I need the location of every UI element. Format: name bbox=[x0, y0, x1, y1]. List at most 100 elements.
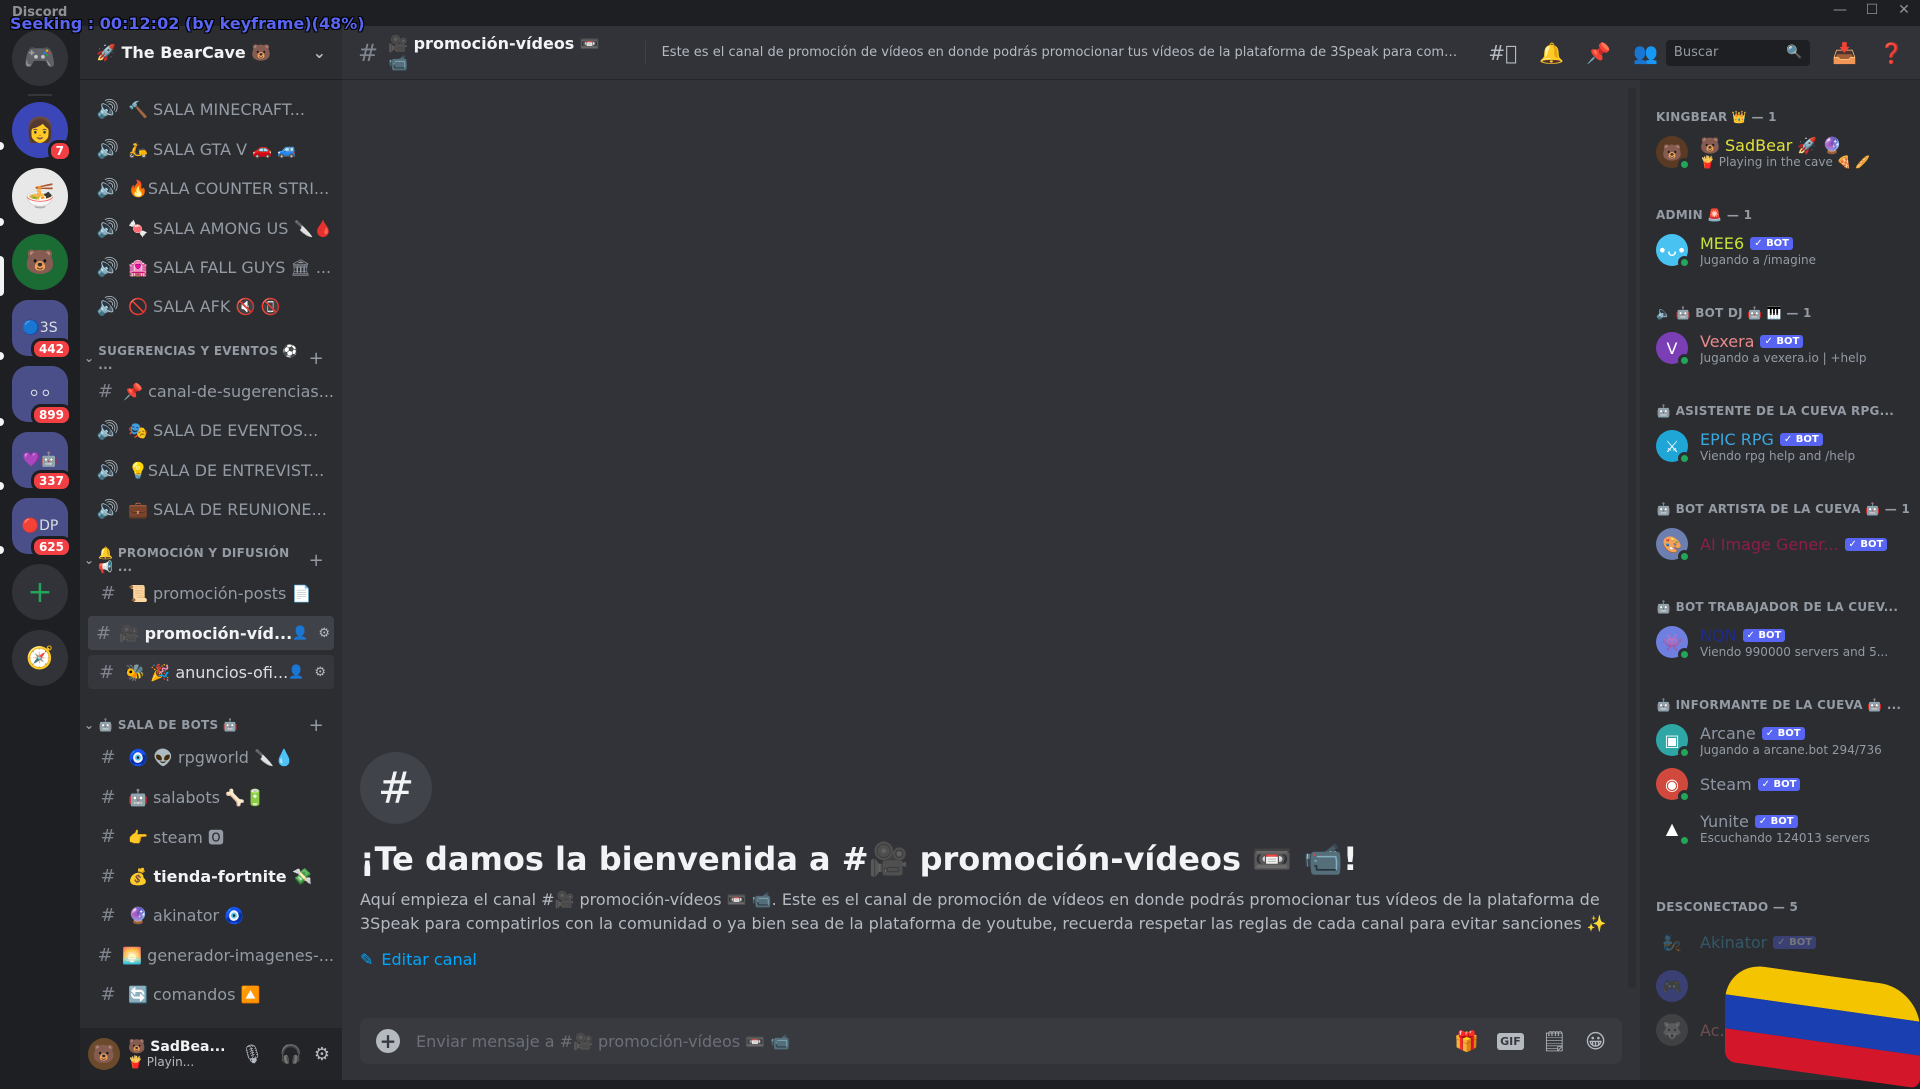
text-channel[interactable]: # 🌅 generador-imagenes-... bbox=[88, 938, 334, 972]
text-channel[interactable]: # 🤖 salabots 🦴🔋 bbox=[88, 780, 334, 814]
gift-icon[interactable]: 🎁 bbox=[1454, 1029, 1479, 1053]
gear-icon[interactable]: ⚙ bbox=[318, 626, 330, 641]
text-channel[interactable]: # 🧿 👽 rpgworld 🔪💧 bbox=[88, 740, 334, 774]
member-status: Jugando a vexera.io | +help bbox=[1700, 350, 1867, 365]
server-folder[interactable]: ⚪⚪ 899 bbox=[12, 366, 72, 426]
member-item[interactable]: •ᴗ• MEE6 ✓ BOT Jugando a /imagine bbox=[1648, 228, 1912, 272]
server-icon[interactable]: 👩 7 bbox=[12, 102, 72, 162]
channel-label: 🧿 👽 rpgworld 🔪💧 bbox=[128, 747, 294, 767]
member-item[interactable]: ▲ Yunite ✓ BOT Escuchando 124013 servers bbox=[1648, 806, 1912, 850]
bell-icon[interactable]: 🔔 bbox=[1539, 41, 1564, 65]
text-channel[interactable]: # 📜 promoción-posts 📄 bbox=[88, 576, 334, 610]
pin-icon[interactable]: 📌 bbox=[1586, 41, 1611, 65]
gear-icon[interactable]: ⚙ bbox=[314, 665, 326, 680]
headphones-icon[interactable]: 🎧 bbox=[279, 1044, 301, 1065]
category-sugerencias[interactable]: ⌄ SUGERENCIAS Y EVENTOS ⚽ ... + bbox=[84, 344, 334, 372]
maximize-button[interactable]: ☐ bbox=[1860, 2, 1884, 18]
member-item[interactable]: V Vexera ✓ BOT Jugando a vexera.io | +help bbox=[1648, 326, 1912, 370]
member-item[interactable]: 🎨 AI Image Gener... ✓ BOT bbox=[1648, 522, 1912, 566]
member-item[interactable]: 🐻 🐻 SadBear 🚀 🔮 🍟 Playing in the cave 🍕 🥖 bbox=[1648, 130, 1912, 174]
user-avatar[interactable]: 🐻 bbox=[88, 1038, 120, 1070]
text-channel[interactable]: # 🔄 comandos 🔼 bbox=[88, 977, 334, 1011]
member-item[interactable]: 👾 NQN ✓ BOT Viendo 990000 servers and 5... bbox=[1648, 620, 1912, 664]
voice-channel[interactable]: 🔊 💼 SALA DE REUNIONE... bbox=[88, 492, 334, 526]
member-item[interactable]: 🧞 Akinator ✓ BOT bbox=[1648, 920, 1912, 964]
channel-label: 🚫 SALA AFK 🔇 📵 bbox=[128, 296, 281, 316]
text-channel-hover[interactable]: # 🐝 🎉 anuncios-ofi... 👤 ⚙ bbox=[88, 655, 334, 689]
member-item[interactable]: ⚔ EPIC RPG ✓ BOT Viendo rpg help and /help bbox=[1648, 424, 1912, 468]
text-channel-unread[interactable]: # 💰 tienda-fortnite 💸 bbox=[88, 859, 334, 893]
member-status: 🍟 Playing in the cave 🍕 🥖 bbox=[1700, 154, 1871, 169]
member-name: Akinator bbox=[1700, 932, 1768, 952]
voice-channel[interactable]: 🔊 🔥SALA COUNTER STRI... bbox=[88, 171, 334, 205]
guild-header[interactable]: 🚀 The BearCave 🐻 ⌄ bbox=[80, 26, 342, 80]
settings-gear-icon[interactable]: ⚙ bbox=[314, 1044, 330, 1065]
member-status: Escuchando 124013 servers bbox=[1700, 830, 1870, 845]
voice-channel[interactable]: 🔊 🔨 SALA MINECRAFT... bbox=[88, 92, 334, 126]
help-icon[interactable]: ❓ bbox=[1879, 41, 1904, 65]
invite-icon[interactable]: 👤 bbox=[288, 665, 304, 680]
welcome-section: # ¡Te damos la bienvenida a #🎥 promoción… bbox=[360, 752, 1620, 969]
bot-tag: ✓ BOT bbox=[1742, 628, 1786, 642]
voice-channel[interactable]: 🔊 🍬 SALA AMONG US 🔪🩸 bbox=[88, 211, 334, 245]
message-input[interactable] bbox=[416, 1031, 1455, 1051]
threads-icon[interactable]: #⃞ bbox=[1488, 41, 1517, 65]
server-folder[interactable]: 🔴DP 625 bbox=[12, 498, 72, 558]
member-item[interactable]: ▣ Arcane ✓ BOT Jugando a arcane.bot 294/736 bbox=[1648, 718, 1912, 762]
server-icon-bearcave[interactable]: 🐻 bbox=[12, 234, 68, 290]
emoji-icon[interactable]: 😀 bbox=[1585, 1029, 1606, 1053]
member-item[interactable]: ◉ Steam ✓ BOT bbox=[1648, 762, 1912, 806]
voice-channel[interactable]: 🔊 🚫 SALA AFK 🔇 📵 bbox=[88, 289, 334, 323]
invite-icon[interactable]: 👤 bbox=[292, 626, 308, 641]
member-list-icon[interactable]: 👥 bbox=[1633, 41, 1658, 65]
hash-icon: # bbox=[100, 582, 116, 604]
inbox-icon[interactable]: 📥 bbox=[1832, 41, 1857, 65]
add-server-button[interactable]: + bbox=[12, 564, 68, 620]
hash-icon: # bbox=[100, 786, 116, 808]
text-channel[interactable]: # 🔮 akinator 🧿 bbox=[88, 898, 334, 932]
voice-channel[interactable]: 🔊 🏩 SALA FALL GUYS 🏛 ... bbox=[88, 250, 334, 284]
member-group-header: 🤖 ASISTENTE DE LA CUEVA RPG... bbox=[1656, 404, 1895, 418]
welcome-description: Aquí empieza el canal #🎥 promoción-vídeo… bbox=[360, 890, 1607, 933]
chevron-down-icon: ⌄ bbox=[312, 43, 326, 62]
channel-label: 💼 SALA DE REUNIONE... bbox=[128, 499, 327, 519]
member-avatar: 🎮 bbox=[1656, 970, 1688, 1002]
home-button[interactable]: 🎮 bbox=[12, 30, 68, 86]
hash-icon: # bbox=[97, 944, 113, 966]
edit-channel-link[interactable]: ✎ Editar canal bbox=[360, 950, 477, 969]
channel-label: 📌 canal-de-sugerencias... bbox=[123, 381, 334, 401]
text-channel[interactable]: # 👉 steam 🅾 bbox=[88, 819, 334, 853]
unread-pill bbox=[0, 482, 4, 490]
attach-plus-icon[interactable]: + bbox=[376, 1029, 400, 1053]
server-icon[interactable]: 🍜 bbox=[12, 168, 68, 224]
voice-channel[interactable]: 🔊 🛵 SALA GTA V 🚗 🚙 bbox=[88, 132, 334, 166]
selected-pill bbox=[0, 256, 4, 296]
category-bots[interactable]: ⌄ 🤖 SALA DE BOTS 🤖 + bbox=[84, 715, 334, 736]
add-channel-icon[interactable]: + bbox=[309, 348, 324, 369]
text-channel[interactable]: # 📌 canal-de-sugerencias... bbox=[88, 374, 334, 408]
category-promocion[interactable]: ⌄ 🔔 PROMOCIÓN Y DIFUSIÓN 📢 ... + bbox=[84, 546, 334, 574]
voice-channel[interactable]: 🔊 🎭 SALA DE EVENTOS... bbox=[88, 413, 334, 447]
scrollbar[interactable] bbox=[1628, 88, 1636, 988]
minimize-button[interactable]: — bbox=[1828, 2, 1852, 18]
member-avatar: 👾 bbox=[1656, 626, 1691, 661]
gif-button[interactable]: GIF bbox=[1497, 1032, 1524, 1050]
close-button[interactable]: ✕ bbox=[1892, 2, 1916, 18]
member-status: Viendo rpg help and /help bbox=[1700, 448, 1856, 463]
search-input[interactable]: Buscar 🔍 bbox=[1665, 39, 1811, 66]
voice-channel[interactable]: 🔊 💡SALA DE ENTREVIST... bbox=[88, 453, 334, 487]
add-channel-icon[interactable]: + bbox=[309, 550, 324, 571]
online-status-dot bbox=[1678, 834, 1691, 847]
server-folder[interactable]: 💜🤖 337 bbox=[12, 432, 72, 492]
channel-topic[interactable]: Este es el canal de promoción de vídeos … bbox=[662, 45, 1461, 60]
explore-button[interactable]: 🧭 bbox=[12, 630, 68, 686]
microphone-icon[interactable]: 🎙 bbox=[241, 1044, 264, 1065]
user-info[interactable]: 🐻 SadBea... 🍟 Playin... bbox=[128, 1039, 233, 1069]
text-channel-selected[interactable]: # 🎥 promoción-víd... 👤 ⚙ bbox=[88, 616, 334, 650]
plus-icon: + bbox=[27, 574, 53, 610]
guild-name: 🚀 The BearCave 🐻 bbox=[96, 43, 272, 62]
server-folder[interactable]: 🔵3S 442 bbox=[12, 300, 72, 360]
sticker-icon[interactable]: 🗒 bbox=[1542, 1029, 1567, 1053]
hash-icon: # bbox=[358, 38, 379, 67]
add-channel-icon[interactable]: + bbox=[309, 715, 324, 736]
